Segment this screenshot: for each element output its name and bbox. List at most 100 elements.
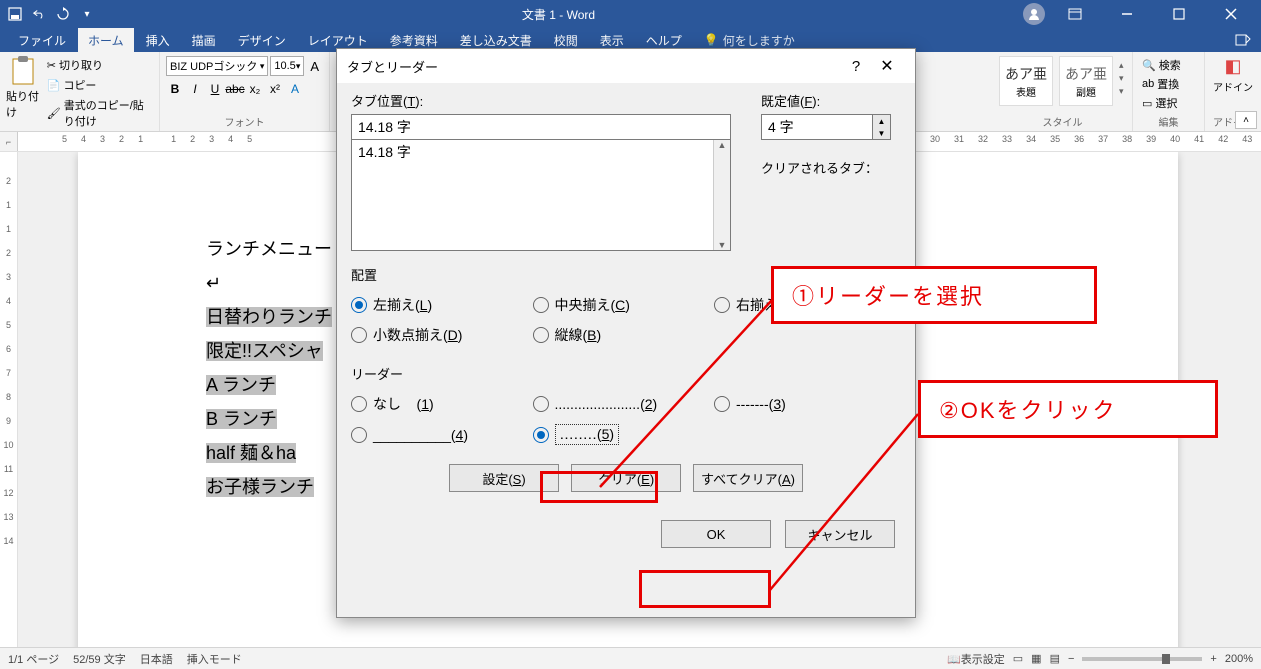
select-button[interactable]: ▭選択 bbox=[1139, 94, 1198, 112]
text-effects-icon[interactable]: A bbox=[286, 80, 304, 98]
style-up-icon[interactable]: ▴ bbox=[1119, 60, 1124, 71]
scroll-down-icon[interactable]: ▼ bbox=[718, 240, 727, 250]
brush-icon: 🖌 bbox=[47, 107, 61, 120]
avatar[interactable] bbox=[1023, 3, 1045, 25]
clipboard-icon bbox=[10, 56, 36, 86]
status-view[interactable]: 📖表示設定 bbox=[947, 651, 1005, 667]
zoom-value[interactable]: 200% bbox=[1225, 653, 1253, 665]
spin-up-icon[interactable]: ▲ bbox=[873, 115, 890, 127]
undo-icon[interactable] bbox=[32, 7, 46, 21]
view-web-icon[interactable]: ▤ bbox=[1050, 652, 1060, 665]
vertical-ruler[interactable]: 211234567891011121314 bbox=[0, 152, 18, 647]
callout-1: ①リーダーを選択 bbox=[771, 266, 1097, 324]
collapse-ribbon-icon[interactable]: ˄ bbox=[1235, 111, 1257, 129]
leader-5-radio[interactable]: ‥‥‥‥(5) bbox=[533, 419, 715, 450]
style-subtitle[interactable]: あア亜副題 bbox=[1059, 56, 1113, 106]
zoom-in-icon[interactable]: + bbox=[1210, 653, 1216, 665]
addin-button[interactable]: ◧ アドイン bbox=[1211, 56, 1255, 94]
copy-button[interactable]: 📄コピー bbox=[44, 76, 153, 94]
group-editing: 編集 bbox=[1139, 114, 1198, 129]
spin-down-icon[interactable]: ▼ bbox=[873, 127, 890, 139]
search-icon: 🔍 bbox=[1142, 59, 1156, 72]
grow-font-icon[interactable]: A bbox=[306, 57, 323, 75]
maximize-icon[interactable] bbox=[1157, 0, 1201, 28]
status-page[interactable]: 1/1 ページ bbox=[8, 651, 59, 667]
cut-button[interactable]: ✂切り取り bbox=[44, 56, 153, 74]
leader-none-radio[interactable]: なし (1) bbox=[351, 389, 533, 419]
book-icon: 📖 bbox=[947, 654, 961, 666]
default-label: 既定値(F): bbox=[761, 91, 901, 110]
window-title: 文書 1 - Word bbox=[94, 6, 1023, 23]
replace-button[interactable]: ab置換 bbox=[1139, 75, 1198, 93]
status-mode[interactable]: 挿入モード bbox=[187, 651, 242, 667]
doc-line[interactable]: B ランチ bbox=[206, 402, 332, 436]
close-icon[interactable] bbox=[1209, 0, 1253, 28]
close-icon[interactable]: ✕ bbox=[869, 56, 905, 76]
minimize-icon[interactable] bbox=[1105, 0, 1149, 28]
strike-button[interactable]: abc bbox=[226, 80, 244, 98]
leader-2-radio[interactable]: ......................(2) bbox=[533, 389, 715, 419]
superscript-button[interactable]: x² bbox=[266, 80, 284, 98]
tab-position-list[interactable]: 14.18 字 ▲▼ bbox=[351, 139, 731, 251]
paste-button[interactable]: 貼り付け bbox=[6, 56, 40, 130]
tab-draw[interactable]: 描画 bbox=[182, 28, 226, 53]
qat-dropdown-icon[interactable]: ▾ bbox=[80, 7, 94, 21]
leader-4-radio[interactable]: __________(4) bbox=[351, 419, 533, 450]
clear-all-button[interactable]: すべてクリア(A) bbox=[693, 464, 803, 492]
tab-file[interactable]: ファイル bbox=[8, 28, 76, 53]
default-spinner[interactable]: ▲▼ bbox=[873, 114, 891, 140]
clear-button[interactable]: クリア(E) bbox=[571, 464, 681, 492]
tab-home[interactable]: ホーム bbox=[78, 28, 134, 53]
doc-title[interactable]: ランチメニュー bbox=[206, 232, 332, 266]
bold-button[interactable]: B bbox=[166, 80, 184, 98]
view-read-icon[interactable]: ▭ bbox=[1013, 652, 1023, 665]
tab-insert[interactable]: 挿入 bbox=[136, 28, 180, 53]
doc-line[interactable]: half 麺＆ha bbox=[206, 436, 332, 470]
underline-button[interactable]: U bbox=[206, 80, 224, 98]
bulb-icon: 💡 bbox=[704, 33, 719, 47]
leader-3-radio[interactable]: -------(3) bbox=[714, 389, 896, 419]
tab-position-label: タブ位置(T): bbox=[351, 91, 731, 110]
ruler-corner: ⌐ bbox=[0, 132, 18, 152]
redo-icon[interactable] bbox=[56, 7, 70, 21]
style-heading[interactable]: あア亜表題 bbox=[999, 56, 1053, 106]
status-words[interactable]: 52/59 文字 bbox=[73, 651, 126, 667]
tabs-dialog: タブとリーダー ? ✕ タブ位置(T): 14.18 字 ▲▼ 既定値(F): … bbox=[336, 48, 916, 618]
ribbon-display-icon[interactable] bbox=[1053, 0, 1097, 28]
cancel-button[interactable]: キャンセル bbox=[785, 520, 895, 548]
tell-me[interactable]: 💡何をしますか bbox=[704, 32, 795, 49]
align-center-radio[interactable]: 中央揃え(C) bbox=[533, 290, 715, 320]
view-print-icon[interactable]: ▦ bbox=[1031, 652, 1041, 665]
ok-button[interactable]: OK bbox=[661, 520, 771, 548]
set-button[interactable]: 設定(S) bbox=[449, 464, 559, 492]
cursor-icon: ▭ bbox=[1142, 97, 1152, 110]
format-painter-button[interactable]: 🖌書式のコピー/貼り付け bbox=[44, 96, 153, 130]
align-left-radio[interactable]: 左揃え(L) bbox=[351, 290, 533, 320]
zoom-slider[interactable] bbox=[1082, 657, 1202, 661]
default-value-input[interactable]: 4 字 bbox=[761, 114, 873, 140]
align-bar-radio[interactable]: 縦線(B) bbox=[533, 320, 715, 350]
align-decimal-radio[interactable]: 小数点揃え(D) bbox=[351, 320, 533, 350]
replace-icon: ab bbox=[1142, 78, 1154, 90]
subscript-button[interactable]: x₂ bbox=[246, 80, 264, 98]
zoom-out-icon[interactable]: − bbox=[1068, 653, 1074, 665]
doc-line[interactable]: 日替わりランチ bbox=[206, 300, 332, 334]
doc-line[interactable]: お子様ランチ bbox=[206, 470, 332, 504]
doc-line[interactable]: 限定!!スペシャ bbox=[206, 334, 332, 368]
italic-button[interactable]: I bbox=[186, 80, 204, 98]
titlebar: ▾ 文書 1 - Word bbox=[0, 0, 1261, 28]
tab-position-input[interactable] bbox=[351, 114, 731, 140]
font-name-select[interactable]: BIZ UDPゴシック▾ bbox=[166, 56, 268, 76]
style-down-icon[interactable]: ▾ bbox=[1119, 73, 1124, 84]
scroll-up-icon[interactable]: ▲ bbox=[718, 140, 727, 150]
tab-design[interactable]: デザイン bbox=[228, 28, 296, 53]
help-icon[interactable]: ? bbox=[843, 58, 869, 75]
style-more-icon[interactable]: ▾ bbox=[1119, 86, 1124, 97]
font-size-select[interactable]: 10.5▾ bbox=[270, 56, 304, 76]
status-lang[interactable]: 日本語 bbox=[140, 651, 173, 667]
doc-line[interactable]: A ランチ bbox=[206, 368, 332, 402]
save-icon[interactable] bbox=[8, 7, 22, 21]
cleared-tabs-label: クリアされるタブ： bbox=[761, 158, 901, 177]
share-icon[interactable] bbox=[1235, 32, 1261, 49]
find-button[interactable]: 🔍検索 bbox=[1139, 56, 1198, 74]
